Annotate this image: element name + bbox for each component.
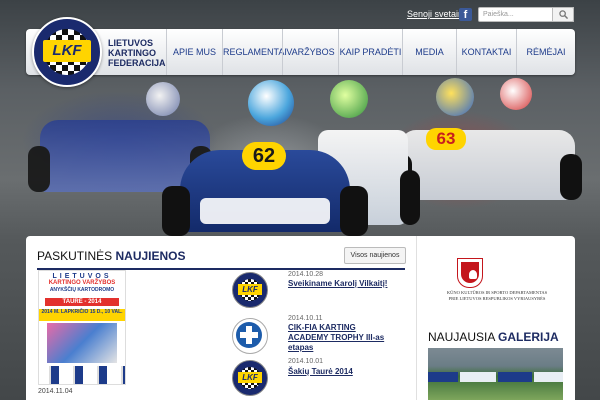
banner bbox=[428, 372, 458, 382]
organization-name[interactable]: LIETUVOS KARTINGO FEDERACIJA bbox=[108, 38, 166, 68]
banner bbox=[460, 372, 496, 382]
news-item-date: 2014.10.01 bbox=[288, 358, 324, 365]
news-item-logo[interactable]: LKF bbox=[232, 272, 268, 308]
poster-date: 2014 M. LAPKRIČIO 15 D., 10 VAL. bbox=[39, 309, 125, 321]
org-line-1: LIETUVOS bbox=[108, 38, 154, 48]
kart-number-63: 63 bbox=[426, 128, 466, 150]
nav-item-reglamentai[interactable]: REGLAMENTAI bbox=[222, 29, 287, 75]
featured-news-date: 2014.11.04 bbox=[38, 388, 73, 395]
banner bbox=[534, 372, 563, 382]
poster-line-2: KARTINGO VARŽYBOS bbox=[48, 280, 116, 286]
nav-item-kaip-pradeti[interactable]: KAIP PRADĖTI bbox=[338, 29, 402, 75]
poster-line-1: LIETUVOS bbox=[52, 273, 112, 280]
driver-helmet-far-right bbox=[500, 78, 532, 110]
driver-helmet-left bbox=[146, 82, 180, 116]
nav-item-varzybos[interactable]: VARŽYBOS bbox=[282, 29, 338, 75]
lkf-mini-logo: LKF bbox=[238, 372, 262, 383]
news-item-date: 2014.10.28 bbox=[288, 271, 324, 278]
lkf-mini-logo: LKF bbox=[238, 284, 262, 295]
driver-helmet-front bbox=[248, 80, 294, 126]
gallery-thumbnail[interactable] bbox=[428, 348, 563, 400]
org-line-3: FEDERACIJA bbox=[108, 58, 166, 68]
news-item-title[interactable]: CIK-FIA KARTING ACADEMY TROPHY III-as et… bbox=[288, 323, 398, 353]
nav-item-apie-mus[interactable]: APIE MUS bbox=[166, 29, 222, 75]
banner bbox=[498, 372, 532, 382]
nav-item-remejai[interactable]: RĖMĖJAI bbox=[516, 29, 575, 75]
poster-title: LIETUVOS KARTINGO VARŽYBOS ANYKŠČIŲ KART… bbox=[39, 273, 125, 294]
nav-item-media[interactable]: MEDIA bbox=[402, 29, 456, 75]
nav-item-kontaktai[interactable]: KONTAKTAI bbox=[456, 29, 516, 75]
poster-photo bbox=[47, 323, 117, 363]
poster-line-3: ANYKŠČIŲ KARTODROMO bbox=[49, 287, 115, 293]
logo-text: LKF bbox=[43, 40, 91, 62]
lkf-logo[interactable]: LKF bbox=[32, 17, 102, 87]
news-item-title[interactable]: Šakių Taurė 2014 bbox=[288, 367, 398, 377]
all-news-button[interactable]: Visos naujienos bbox=[344, 247, 406, 264]
facebook-icon[interactable]: f bbox=[459, 8, 472, 21]
featured-news-poster[interactable]: LIETUVOS KARTINGO VARŽYBOS ANYKŠČIŲ KART… bbox=[38, 270, 126, 385]
kart-front: 62 bbox=[162, 142, 368, 236]
news-item-logo[interactable]: LKF bbox=[232, 360, 268, 396]
gallery-heading-light: NAUJAUSIA bbox=[428, 330, 495, 344]
column-divider bbox=[416, 236, 417, 400]
gallery-heading: NAUJAUSIA GALERIJA bbox=[428, 330, 559, 344]
sports-department-name[interactable]: KŪNO KULTŪROS IR SPORTO DEPARTAMENTAS PR… bbox=[421, 290, 573, 302]
driver-helmet-green bbox=[330, 80, 368, 118]
crest-shield bbox=[461, 262, 479, 283]
driver-helmet-right bbox=[436, 78, 474, 116]
news-heading-bold: NAUJIENOS bbox=[115, 249, 186, 263]
poster-band: TAURĖ - 2014 bbox=[45, 298, 119, 306]
poster-sponsors bbox=[39, 366, 125, 384]
news-item-logo[interactable] bbox=[232, 318, 268, 354]
search-button[interactable] bbox=[552, 7, 574, 22]
news-heading-light: PASKUTINĖS bbox=[37, 249, 113, 263]
top-bar: Senoji svetainė f Paieška... bbox=[0, 0, 600, 28]
gallery-heading-bold: GALERIJA bbox=[498, 330, 559, 344]
news-item-title[interactable]: Sveikiname Karolį Vilkaitį! bbox=[288, 279, 398, 289]
kart-number-62: 62 bbox=[242, 142, 286, 170]
magnifier-icon bbox=[559, 10, 568, 19]
lithuania-coat-of-arms-icon[interactable] bbox=[457, 258, 483, 288]
cik-fia-logo-icon bbox=[236, 322, 262, 348]
news-item-date: 2014.10.11 bbox=[288, 315, 323, 322]
kart-right: 63 bbox=[390, 128, 582, 200]
knight-icon bbox=[469, 270, 477, 279]
department-line-2: PRIE LIETUVOS RESPUBLIKOS VYRIAUSYBĖS bbox=[448, 296, 546, 301]
main-navbar: LKF LIETUVOS KARTINGO FEDERACIJA APIE MU… bbox=[26, 17, 575, 87]
org-line-2: KARTINGO bbox=[108, 48, 156, 58]
news-heading: PASKUTINĖS NAUJIENOS bbox=[37, 249, 186, 263]
